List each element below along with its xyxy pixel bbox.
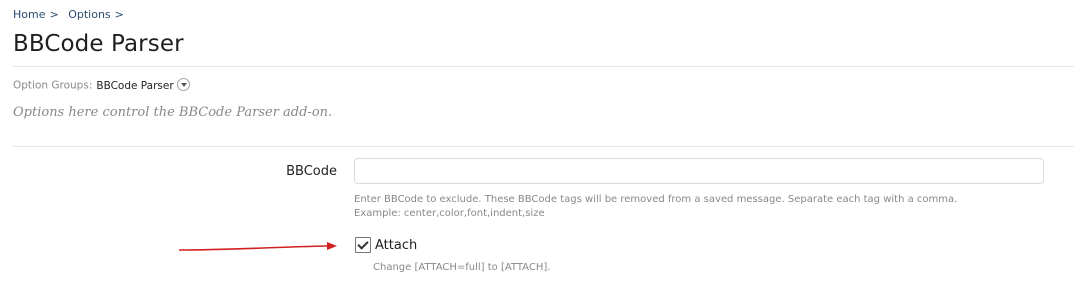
breadcrumb-item-options[interactable]: Options > [68, 8, 124, 21]
attach-checkbox[interactable] [355, 237, 371, 253]
bbcode-hint-line: Enter BBCode to exclude. These BBCode ta… [354, 194, 958, 205]
annotation-arrow-icon [178, 242, 337, 251]
bbcode-hint-example: Example: center,color,font,indent,size [354, 208, 545, 219]
divider [13, 146, 1074, 147]
breadcrumb: Home > Options > [13, 8, 130, 21]
attach-hint: Change [ATTACH=full] to [ATTACH]. [373, 262, 551, 273]
page-title: BBCode Parser [13, 31, 184, 57]
bbcode-label: BBCode [286, 164, 337, 179]
bbcode-input[interactable] [354, 158, 1044, 184]
breadcrumb-separator: > [49, 8, 59, 21]
option-groups-label: Option Groups: [13, 79, 93, 92]
breadcrumb-separator: > [114, 8, 124, 21]
chevron-down-icon[interactable] [176, 78, 190, 91]
attach-option[interactable]: Attach [355, 237, 417, 253]
divider [13, 66, 1074, 67]
options-description: Options here control the BBCode Parser a… [13, 105, 333, 120]
option-groups-selected[interactable]: BBCode Parser [96, 80, 173, 92]
attach-label[interactable]: Attach [375, 238, 417, 253]
bbcode-hint: Enter BBCode to exclude. These BBCode ta… [354, 193, 1074, 221]
option-groups: Option Groups: BBCode Parser [13, 78, 190, 92]
breadcrumb-item-home[interactable]: Home > [13, 8, 59, 21]
